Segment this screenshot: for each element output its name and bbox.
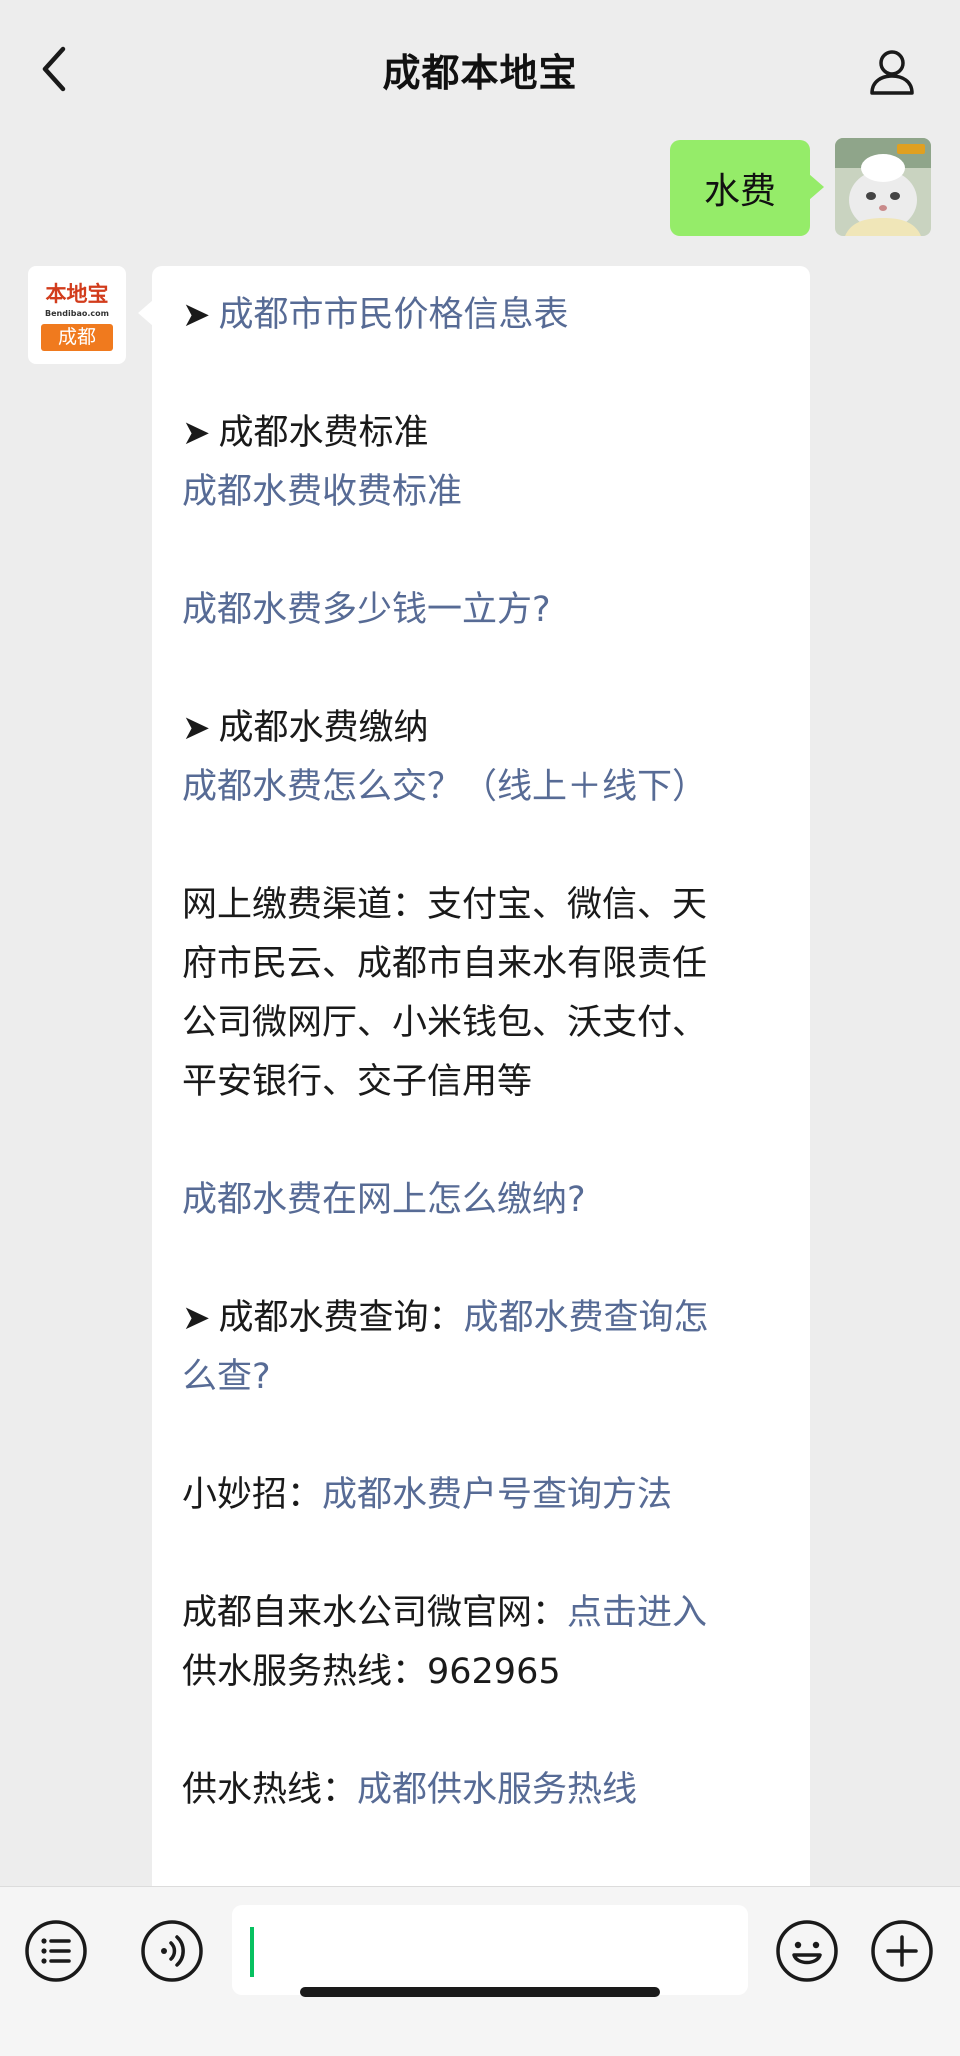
my-avatar[interactable] [835,138,931,236]
arrow-icon: ➤ [182,413,211,453]
list-item: ➤ 成都市市民价格信息表 [182,286,792,345]
price-info-link[interactable]: 成都市市民价格信息表 [219,295,569,335]
channels-line: 平安银行、交子信用等 [182,1062,533,1102]
list-icon [25,1920,87,1982]
hotline-link[interactable]: 成都供水服务热线 [357,1770,637,1810]
section-title: 成都水费缴纳 [218,708,429,748]
outgoing-message-text: 水费 [703,171,776,212]
emoji-button[interactable] [773,1917,841,1985]
query-title: 成都水费查询： [218,1298,464,1338]
outgoing-message[interactable]: 水费 [670,140,824,236]
list-item: ➤ 成都水费标准 [182,404,792,463]
list-item: ➤ 成都水费缴纳 [182,699,792,758]
home-indicator [300,1987,660,1997]
message-input[interactable] [232,1905,748,1995]
channels-line: 公司微网厅、小米钱包、沃支付、 [182,1003,708,1043]
tip-label: 小妙招： [182,1475,323,1515]
arrow-icon: ➤ [182,708,211,748]
hotline-label: 供水热线： [182,1770,358,1810]
online-pay-link[interactable]: 成都水费在网上怎么缴纳? [182,1180,586,1220]
water-price-per-cubic-link[interactable]: 成都水费多少钱一立方? [182,590,551,630]
menu-button[interactable] [22,1917,90,1985]
plus-icon [871,1920,933,1982]
water-fee-standard-link[interactable]: 成都水费收费标准 [182,472,462,512]
arrow-icon: ➤ [182,1298,211,1338]
emoji-icon [776,1920,838,1982]
user-icon [870,50,914,95]
service-hotline-text: 供水服务热线：962965 [182,1652,561,1692]
channels-line: 府市民云、成都市自来水有限责任 [182,944,708,984]
arrow-icon: ➤ [182,295,211,335]
bottom-input-bar [0,1886,960,2056]
nav-bar: 成都本地宝 [0,0,960,130]
message-content: ➤ 成都市市民价格信息表 ➤ 成都水费标准 成都水费收费标准 成都水费多少钱一立方?… [182,286,792,1820]
query-link-continued[interactable]: 么查? [182,1357,271,1397]
voice-icon [141,1920,203,1982]
channels-line: 网上缴费渠道：支付宝、微信、天 [182,885,708,925]
section-title: 成都水费标准 [218,413,429,453]
how-to-pay-link[interactable]: 成都水费怎么交？（线上＋线下） [182,767,707,807]
bot-logo-city: 成都 [41,324,113,351]
page-title: 成都本地宝 [382,51,578,95]
bot-logo-url: Bendibao.com [45,309,109,318]
cat-avatar-image [835,138,931,236]
voice-button[interactable] [138,1917,206,1985]
incoming-message: ➤ 成都市市民价格信息表 ➤ 成都水费标准 成都水费收费标准 成都水费多少钱一立方?… [138,266,810,1906]
bot-avatar[interactable]: 本地宝 Bendibao.com 成都 [28,266,126,364]
site-label: 成都自来水公司微官网： [182,1593,568,1633]
list-item: ➤ 成都水费查询：成都水费查询怎 [182,1289,792,1348]
click-enter-link[interactable]: 点击进入 [567,1593,707,1633]
query-link[interactable]: 成都水费查询怎 [464,1298,709,1338]
account-number-query-link[interactable]: 成都水费户号查询方法 [322,1475,672,1515]
profile-button[interactable] [862,42,922,102]
bot-logo-text: 本地宝 [45,281,109,306]
more-button[interactable] [868,1917,936,1985]
text-cursor [250,1927,254,1977]
